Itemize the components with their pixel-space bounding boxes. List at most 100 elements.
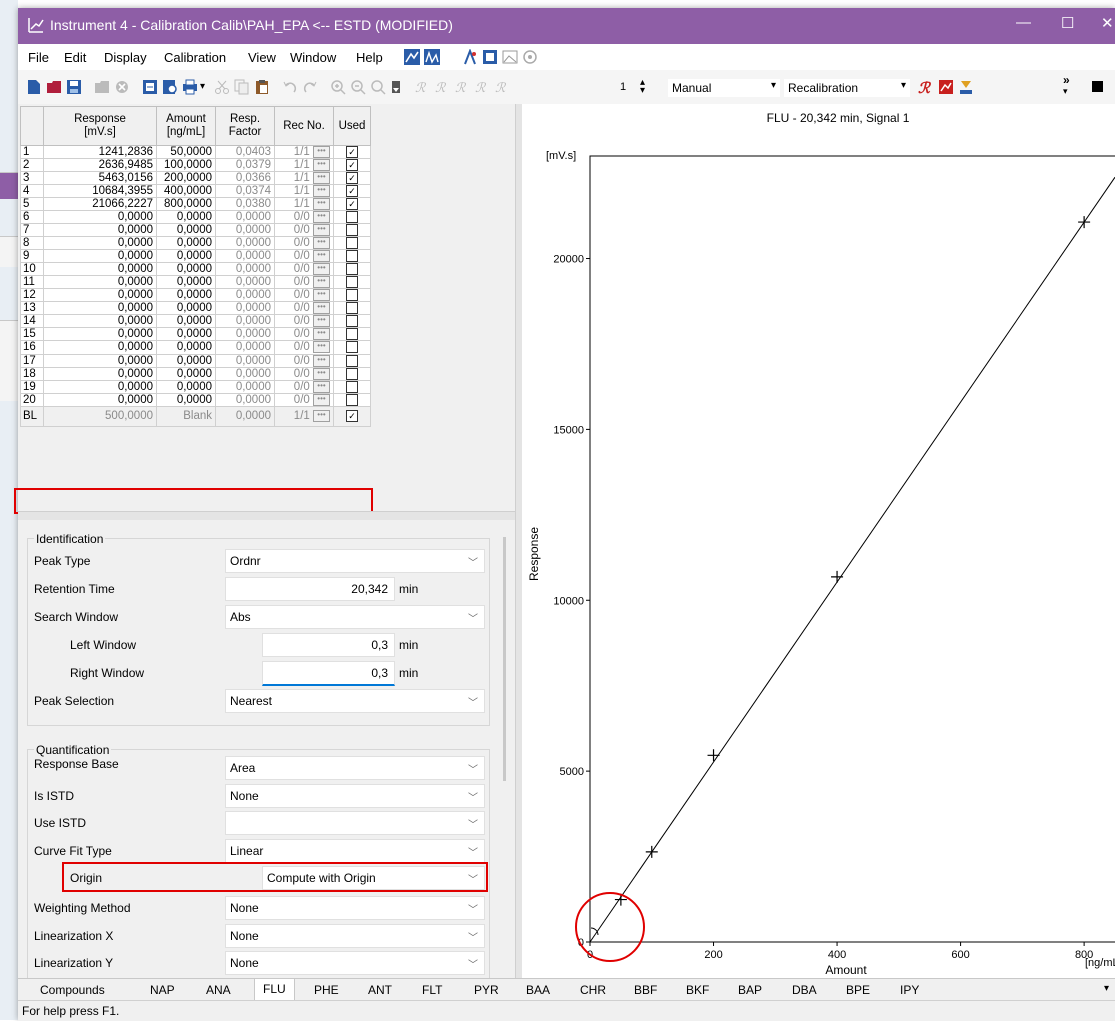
used-cell[interactable]	[333, 236, 371, 251]
rec-no-cell[interactable]: 1/1 •••	[274, 144, 334, 160]
amount-cell[interactable]: 0,0000	[156, 366, 216, 381]
calibration-report-icon[interactable]	[938, 79, 954, 95]
amount-cell[interactable]: 0,0000	[156, 236, 216, 251]
rec-no-cell[interactable]: 1/1 •••	[274, 184, 334, 199]
used-cell[interactable]	[333, 353, 371, 368]
response-cell[interactable]: 500,0000	[43, 405, 157, 427]
response-cell[interactable]: 0,0000	[43, 301, 157, 316]
response-cell[interactable]: 0,0000	[43, 262, 157, 277]
record-browse-button[interactable]: •••	[313, 393, 330, 406]
record-browse-button[interactable]: •••	[313, 185, 330, 198]
tab-bpe[interactable]: BPE	[846, 983, 870, 997]
table-row[interactable]: 12 0,0000 0,0000 0,0000 0/0 •••	[20, 288, 371, 303]
tab-overflow-arrow-icon[interactable]: ▾	[1104, 983, 1109, 994]
tab-dba[interactable]: DBA	[792, 983, 817, 997]
calib-tool-5-icon[interactable]: ℛ	[494, 79, 510, 95]
column-header-response[interactable]: Response [mV.s]	[43, 106, 157, 146]
response-cell[interactable]: 0,0000	[43, 392, 157, 407]
table-row[interactable]: 6 0,0000 0,0000 0,0000 0/0 •••	[20, 210, 371, 225]
undo-icon[interactable]	[282, 79, 298, 95]
record-browse-button[interactable]: •••	[313, 172, 330, 185]
record-browse-button[interactable]: •••	[313, 302, 330, 315]
table-row[interactable]: 15 0,0000 0,0000 0,0000 0/0 •••	[20, 327, 371, 342]
save-icon[interactable]	[66, 79, 82, 95]
rec-no-cell[interactable]: 0/0 •••	[274, 314, 334, 329]
record-browse-button[interactable]: •••	[313, 341, 330, 354]
record-browse-button[interactable]: •••	[313, 198, 330, 211]
amount-cell[interactable]: 0,0000	[156, 301, 216, 316]
rec-no-cell[interactable]: 0/0 •••	[274, 223, 334, 238]
response-cell[interactable]: 0,0000	[43, 210, 157, 225]
paste-icon[interactable]	[254, 79, 270, 95]
used-cell[interactable]: ✓	[333, 184, 371, 199]
table-row[interactable]: 14 0,0000 0,0000 0,0000 0/0 •••	[20, 314, 371, 329]
tab-flt[interactable]: FLT	[422, 983, 442, 997]
record-browse-button[interactable]: •••	[313, 354, 330, 367]
used-cell[interactable]	[333, 249, 371, 264]
recalibration-select[interactable]: Recalibration ▾	[784, 79, 910, 97]
used-checkbox[interactable]	[346, 237, 358, 250]
peak-type-select[interactable]: Ordnr ﹀	[225, 549, 485, 573]
used-cell[interactable]	[333, 210, 371, 225]
used-checkbox[interactable]	[346, 263, 358, 276]
amount-cell[interactable]: 0,0000	[156, 288, 216, 303]
used-checkbox[interactable]	[346, 341, 358, 354]
record-browse-button[interactable]: •••	[313, 289, 330, 302]
calib-tool-3-icon[interactable]: ℛ	[454, 79, 470, 95]
recalibrate-icon[interactable]: ℛ	[918, 79, 934, 95]
tab-nap[interactable]: NAP	[150, 983, 175, 997]
tab-ant[interactable]: ANT	[368, 983, 392, 997]
menu-window[interactable]: Window	[290, 50, 336, 65]
record-browse-button[interactable]: •••	[313, 224, 330, 237]
column-header-amount[interactable]: Amount [ng/mL]	[156, 106, 216, 146]
used-checkbox[interactable]	[346, 224, 358, 237]
rec-no-cell[interactable]: 1/1 •••	[274, 405, 334, 427]
used-cell[interactable]: ✓	[333, 171, 371, 186]
used-cell[interactable]	[333, 392, 371, 407]
rec-no-cell[interactable]: 1/1 •••	[274, 171, 334, 186]
search-window-select[interactable]: Abs ﹀	[225, 605, 485, 629]
record-browse-button[interactable]: •••	[313, 367, 330, 380]
table-row[interactable]: 13 0,0000 0,0000 0,0000 0/0 •••	[20, 301, 371, 316]
calib-tool-1-icon[interactable]: ℛ	[414, 79, 430, 95]
used-checkbox[interactable]	[346, 393, 358, 406]
rec-no-cell[interactable]: 0/0 •••	[274, 353, 334, 368]
print-icon[interactable]	[182, 79, 198, 95]
table-row[interactable]: 10 0,0000 0,0000 0,0000 0/0 •••	[20, 262, 371, 277]
mode-select[interactable]: Manual ▾	[668, 79, 780, 97]
toolbar-overflow-icon[interactable]: » ▾	[1063, 74, 1070, 96]
amount-cell[interactable]: 0,0000	[156, 223, 216, 238]
image-icon[interactable]	[502, 49, 518, 65]
used-checkbox[interactable]	[346, 211, 358, 224]
response-cell[interactable]: 2636,9485	[43, 158, 157, 173]
record-browse-button[interactable]: •••	[313, 328, 330, 341]
menu-edit[interactable]: Edit	[64, 50, 86, 65]
used-checkbox[interactable]	[346, 354, 358, 367]
used-cell[interactable]	[333, 275, 371, 290]
amount-cell[interactable]: 0,0000	[156, 340, 216, 355]
properties-scrollbar[interactable]	[503, 537, 506, 781]
open-folder-icon[interactable]	[46, 79, 62, 95]
record-browse-button[interactable]: •••	[313, 315, 330, 328]
zoom-dropdown-icon[interactable]	[388, 79, 404, 95]
tab-compounds[interactable]: Compounds	[40, 983, 105, 997]
response-base-select[interactable]: Area ﹀	[225, 756, 485, 780]
response-cell[interactable]: 0,0000	[43, 340, 157, 355]
is-istd-select[interactable]: None ﹀	[225, 784, 485, 808]
used-checkbox[interactable]	[346, 380, 358, 393]
blank-row[interactable]: BL 500,0000 Blank 0,0000 1/1 ••• ✓	[20, 405, 371, 427]
zoom-out-icon[interactable]	[350, 79, 366, 95]
rec-no-cell[interactable]: 0/0 •••	[274, 366, 334, 381]
menu-view[interactable]: View	[248, 50, 276, 65]
used-cell[interactable]	[333, 379, 371, 394]
stop-disabled-icon[interactable]	[114, 79, 130, 95]
column-header-used[interactable]: Used	[333, 106, 371, 146]
tab-chr[interactable]: CHR	[580, 983, 606, 997]
rec-no-cell[interactable]: 0/0 •••	[274, 249, 334, 264]
used-cell[interactable]	[333, 288, 371, 303]
tab-bbf[interactable]: BBF	[634, 983, 657, 997]
amount-cell[interactable]: 0,0000	[156, 353, 216, 368]
response-cell[interactable]: 21066,2227	[43, 197, 157, 212]
used-checkbox[interactable]: ✓	[346, 410, 358, 423]
used-checkbox[interactable]	[346, 302, 358, 315]
